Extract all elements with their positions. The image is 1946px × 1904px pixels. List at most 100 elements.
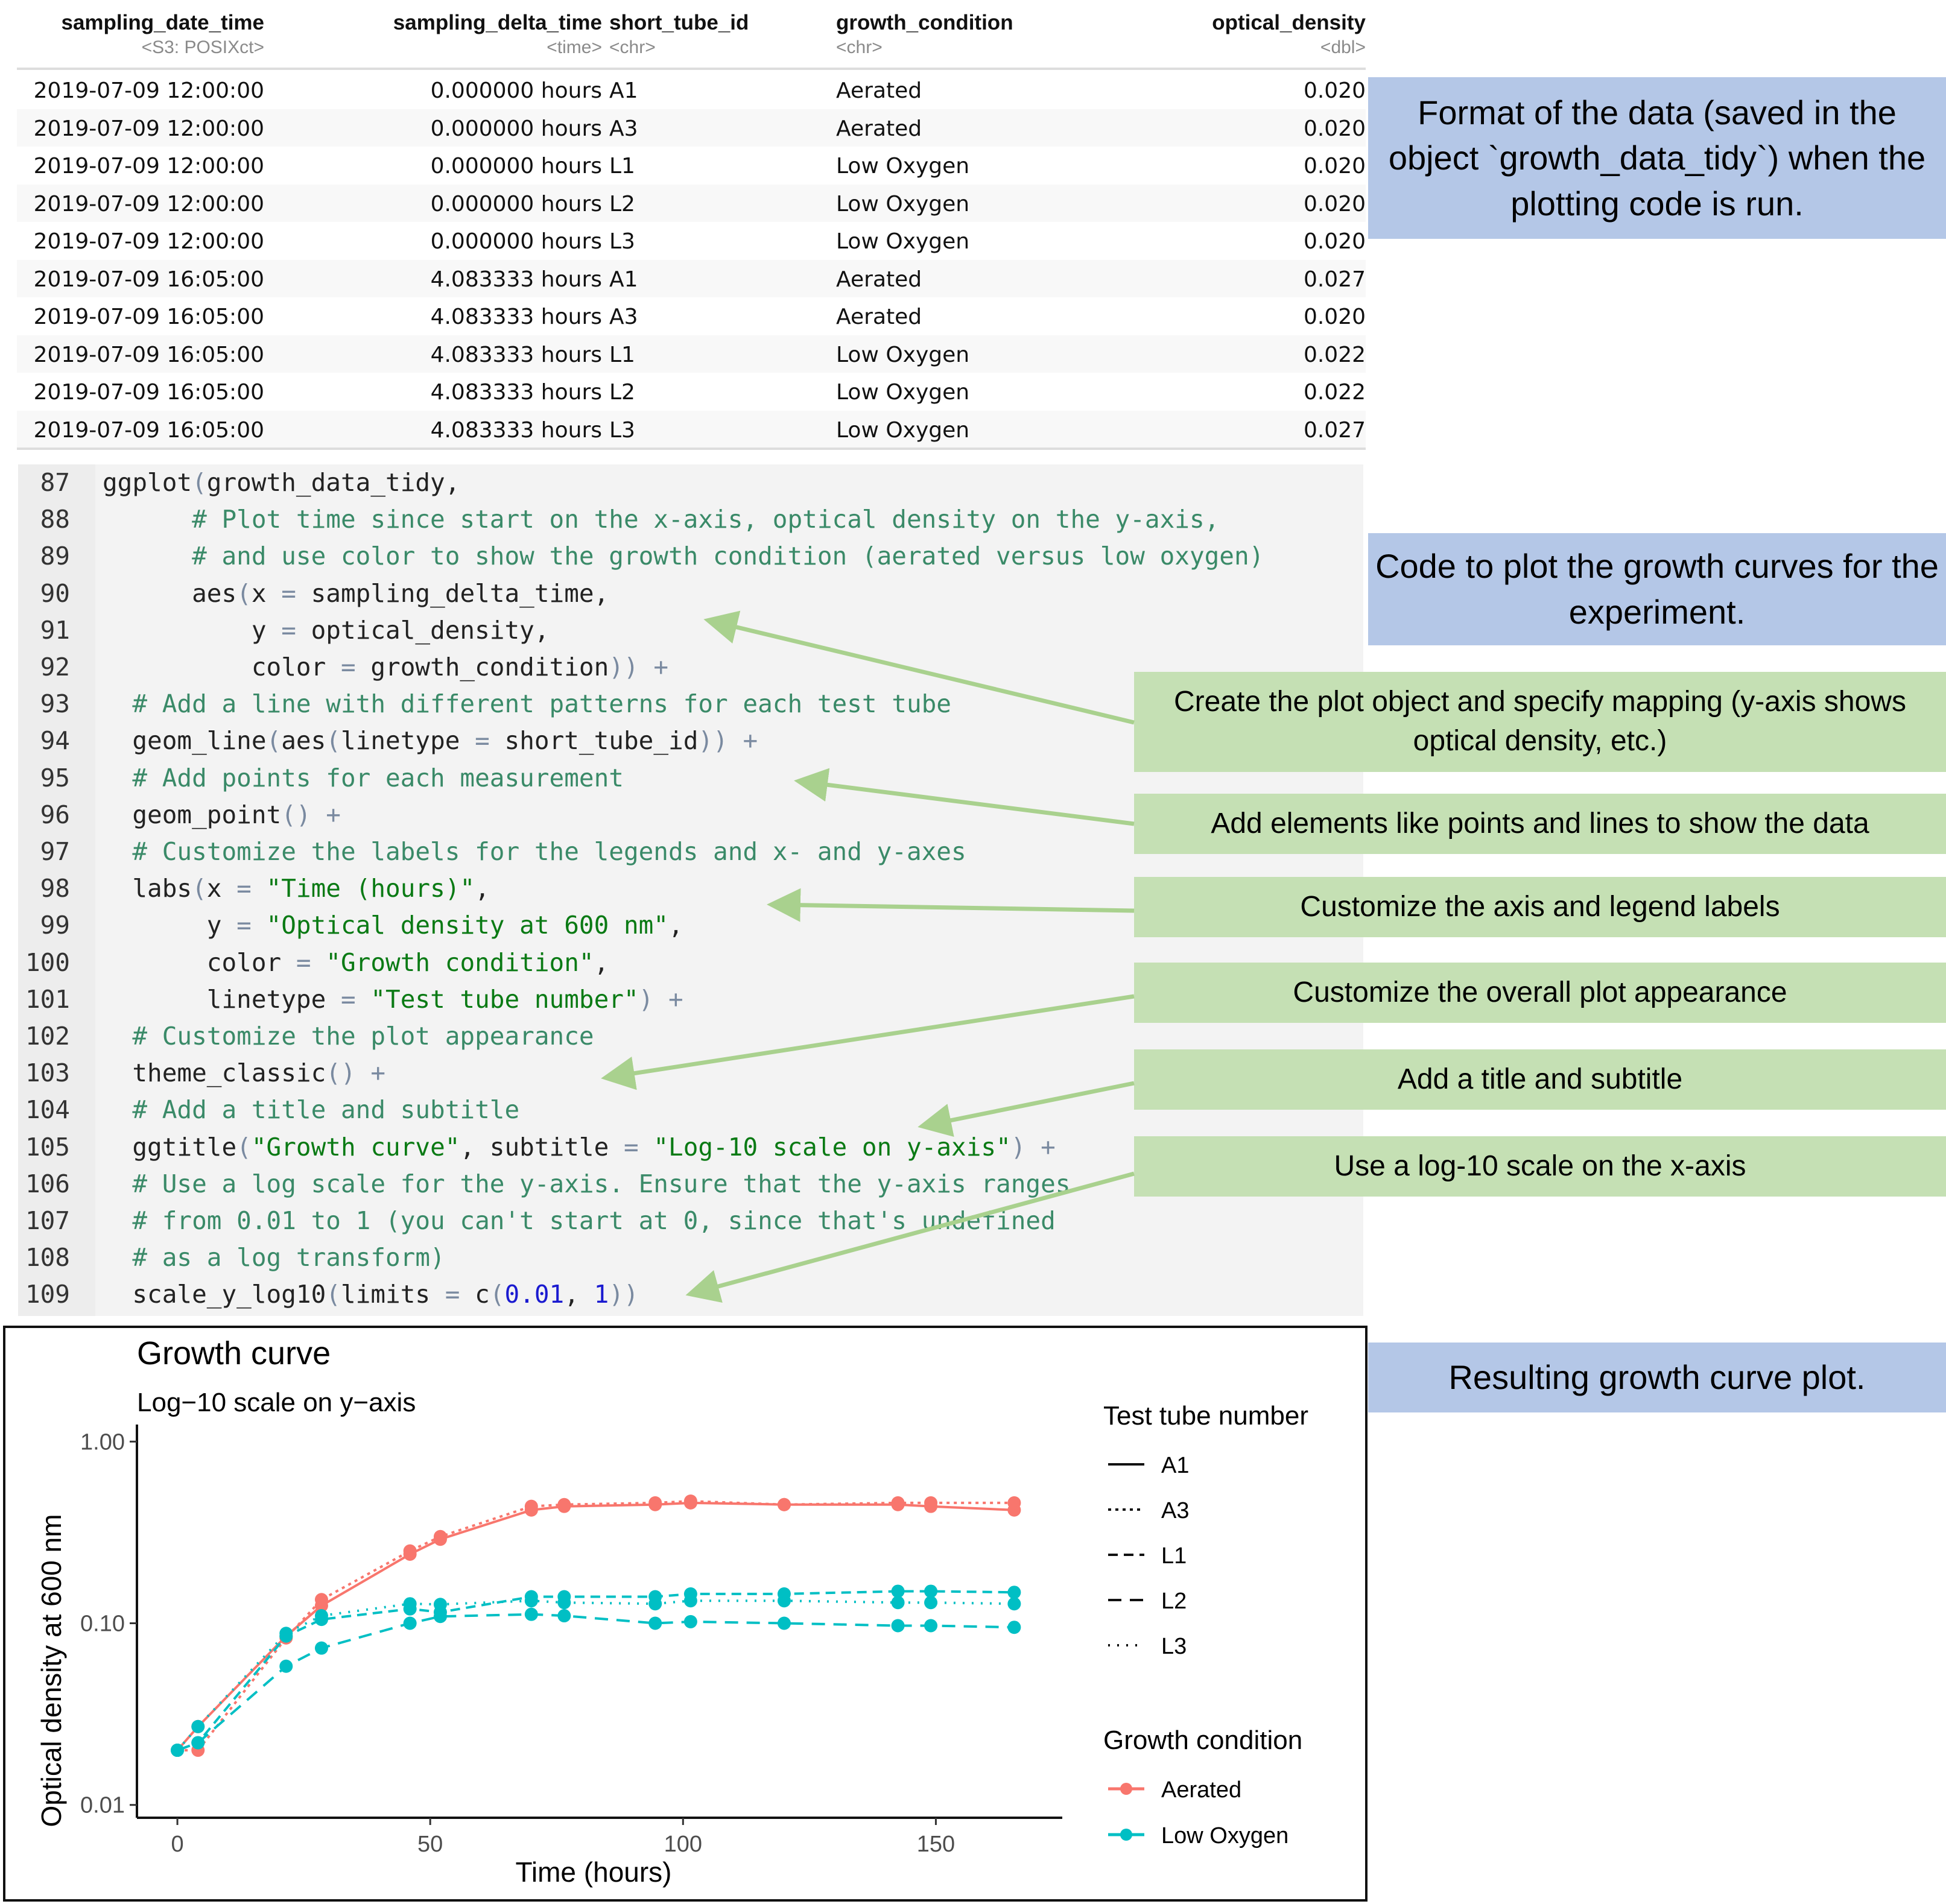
table-cell-sampling-date-time: 2019-07-09 16:05:00 xyxy=(33,380,264,405)
line-number: 107 xyxy=(25,1206,70,1235)
legend-title-linetype: Test tube number xyxy=(1103,1401,1308,1431)
line-number: 94 xyxy=(40,726,70,756)
code-text: ggtitle("Growth curve", subtitle = "Log-… xyxy=(103,1132,1056,1162)
data-point-l3 xyxy=(1007,1597,1021,1611)
code-operator: ( xyxy=(266,726,282,756)
code-token: , xyxy=(564,1280,594,1309)
code-text: # as a log transform) xyxy=(103,1243,445,1272)
line-number: 90 xyxy=(40,578,70,608)
table-cell-optical-density: 0.020 xyxy=(1303,305,1366,329)
code-text: ggplot(growth_data_tidy, xyxy=(103,468,460,497)
annotation-appearance: Customize the overall plot appearance xyxy=(1134,963,1946,1023)
chart-svg: Growth curve Log−10 scale on y−axis 0 50 1… xyxy=(36,1335,1308,1888)
code-text: geom_point() + xyxy=(103,800,341,829)
code-comment: # Add a title and subtitle xyxy=(103,1095,520,1125)
table-cell-sampling-date-time: 2019-07-09 16:05:00 xyxy=(33,305,264,329)
data-point-l3 xyxy=(648,1597,662,1611)
code-string: "Log-10 scale on y-axis" xyxy=(653,1132,1011,1162)
table-row: 2019-07-09 12:00:00 0.000000 hours L2 Low O… xyxy=(17,184,1366,222)
column-header: short_tube_id xyxy=(609,11,749,34)
table-cell-sampling-delta-time: 4.083333 hours xyxy=(430,380,602,405)
legend-point-low-oxygen xyxy=(1120,1829,1132,1841)
code-operator: + xyxy=(653,984,683,1014)
data-point-l3 xyxy=(191,1719,205,1733)
data-point-l2 xyxy=(433,1610,447,1624)
table-cell-growth-condition: Low Oxygen xyxy=(836,229,970,254)
code-operator: () xyxy=(281,800,311,829)
column-header: optical_density xyxy=(1212,11,1366,34)
legend-label-l2: L2 xyxy=(1161,1589,1187,1614)
line-number: 103 xyxy=(25,1058,70,1088)
table-cell-growth-condition: Aerated xyxy=(836,116,922,141)
code-operator: + xyxy=(1025,1132,1056,1162)
table-cell-sampling-delta-time: 0.000000 hours xyxy=(430,191,602,217)
table-row: 2019-07-09 16:05:00 4.083333 hours L1 Low O… xyxy=(17,335,1366,373)
code-text: # Customize the plot appearance xyxy=(103,1022,594,1051)
data-point-a3 xyxy=(524,1499,538,1513)
code-operator: () xyxy=(326,1058,356,1088)
table-cell-short-tube-id: A3 xyxy=(609,305,638,329)
code-token: x xyxy=(206,874,237,903)
line-number: 102 xyxy=(25,1022,70,1051)
table-row: 2019-07-09 16:05:00 4.083333 hours L3 Low O… xyxy=(17,410,1366,448)
code-operator: = xyxy=(236,874,252,903)
code-comment: # Customize the plot appearance xyxy=(103,1022,594,1051)
code-operator: ( xyxy=(236,1132,252,1162)
code-token: color xyxy=(103,653,341,682)
line-number: 92 xyxy=(40,653,70,682)
table-cell-short-tube-id: A3 xyxy=(609,116,638,141)
code-token: labs xyxy=(103,874,192,903)
code-text: # from 0.01 to 1 (you can't start at 0, … xyxy=(103,1206,1055,1235)
column-type: <S3: POSIXct> xyxy=(141,37,264,57)
legend-label-a1: A1 xyxy=(1161,1453,1189,1478)
code-text: color = growth_condition)) + xyxy=(103,653,668,682)
table-cell-sampling-delta-time: 0.000000 hours xyxy=(430,78,602,103)
line-number: 88 xyxy=(40,505,70,534)
data-point-l2 xyxy=(557,1609,571,1623)
table-cell-sampling-delta-time: 4.083333 hours xyxy=(430,267,602,292)
data-point-l2 xyxy=(524,1607,538,1621)
code-comment: # and use color to show the growth condi… xyxy=(103,542,1264,571)
code-token: aes xyxy=(103,578,237,608)
table-cell-sampling-date-time: 2019-07-09 16:05:00 xyxy=(33,267,264,292)
data-point-a3 xyxy=(433,1529,447,1543)
code-token: , subtitle xyxy=(460,1132,624,1162)
data-point-l3 xyxy=(683,1594,697,1608)
chart-subtitle: Log−10 scale on y−axis xyxy=(137,1388,416,1417)
data-point-l2 xyxy=(191,1736,205,1750)
code-text: scale_y_log10(limits = c(0.01, 1)) xyxy=(103,1280,638,1309)
code-token: y xyxy=(103,911,237,940)
data-point-a3 xyxy=(314,1593,328,1607)
table-cell-growth-condition: Low Oxygen xyxy=(836,380,970,405)
code-operator: )) xyxy=(698,726,728,756)
column-header: growth_condition xyxy=(836,11,1013,34)
table-cell-optical-density: 0.020 xyxy=(1303,191,1366,217)
line-number: 87 xyxy=(40,468,70,497)
data-point-a3 xyxy=(891,1496,905,1510)
column-type: <chr> xyxy=(609,37,656,57)
x-tick-label: 100 xyxy=(664,1832,702,1857)
code-comment: # Use a log scale for the y-axis. Ensure… xyxy=(103,1169,1071,1198)
code-operator: ) xyxy=(638,984,654,1014)
code-text: linetype = "Test tube number") + xyxy=(103,985,683,1014)
data-point-l3 xyxy=(433,1598,447,1611)
annotation-plot-code: Code to plot the growth curves for the e… xyxy=(1368,533,1946,645)
code-operator: + xyxy=(727,726,758,756)
code-text: aes(x = sampling_delta_time, xyxy=(103,579,609,608)
column-type: <dbl> xyxy=(1320,37,1366,57)
code-operator: ( xyxy=(489,1280,505,1309)
annotation-log-scale: Use a log-10 scale on the x-axis xyxy=(1134,1136,1946,1197)
code-operator: = xyxy=(445,1280,460,1309)
code-token: optical_density, xyxy=(296,615,550,645)
line-number: 105 xyxy=(25,1132,70,1162)
annotation-data-format: Format of the data (saved in the object … xyxy=(1368,77,1946,239)
table-cell-sampling-date-time: 2019-07-09 16:05:00 xyxy=(33,417,264,443)
code-text: # Use a log scale for the y-axis. Ensure… xyxy=(103,1169,1070,1198)
code-text: # and use color to show the growth condi… xyxy=(103,542,1264,571)
code-number: 0.01 xyxy=(504,1280,565,1309)
growth-curve-plot: Growth curve Log−10 scale on y−axis 0 50 1… xyxy=(3,1326,1368,1902)
table-cell-short-tube-id: A1 xyxy=(609,267,638,292)
line-number: 100 xyxy=(25,947,70,977)
